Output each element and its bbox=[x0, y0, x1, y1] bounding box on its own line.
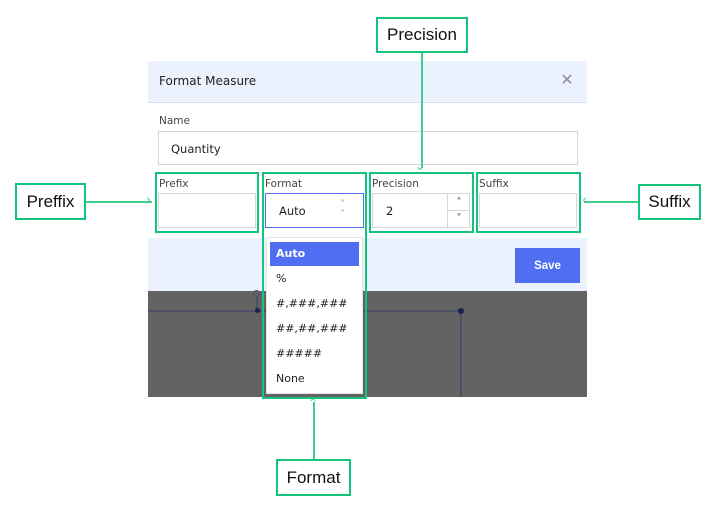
prefix-highlight bbox=[155, 172, 259, 233]
format-arrow bbox=[313, 402, 315, 459]
close-icon[interactable]: ✕ bbox=[559, 72, 575, 88]
suffix-highlight bbox=[476, 172, 581, 233]
suffix-arrow bbox=[584, 201, 638, 203]
arrow-head-up-icon: ⌃ bbox=[308, 396, 319, 410]
name-label: Name bbox=[159, 115, 190, 127]
connector-line bbox=[460, 310, 462, 397]
precision-arrow bbox=[421, 53, 423, 168]
precision-callout: Precision bbox=[376, 17, 468, 53]
name-input-value: Quantity bbox=[171, 142, 221, 156]
save-button[interactable]: Save bbox=[515, 248, 580, 283]
arrow-head-down-icon: ⌄ bbox=[415, 159, 426, 173]
background-canvas bbox=[148, 290, 587, 397]
name-input[interactable]: Quantity bbox=[158, 131, 578, 165]
arrow-head-left-icon: ‹ bbox=[582, 193, 588, 208]
prefix-arrow bbox=[86, 201, 152, 203]
format-callout: Format bbox=[276, 459, 351, 496]
node-dot bbox=[458, 308, 464, 314]
prefix-callout: Preffix bbox=[15, 183, 86, 220]
format-highlight bbox=[262, 172, 367, 399]
suffix-callout: Suffix bbox=[638, 184, 701, 220]
handle-node bbox=[253, 290, 260, 297]
dialog-title: Format Measure bbox=[159, 74, 257, 88]
node-dot bbox=[255, 308, 260, 313]
precision-highlight bbox=[369, 172, 474, 233]
arrow-head-right-icon: › bbox=[146, 193, 152, 208]
